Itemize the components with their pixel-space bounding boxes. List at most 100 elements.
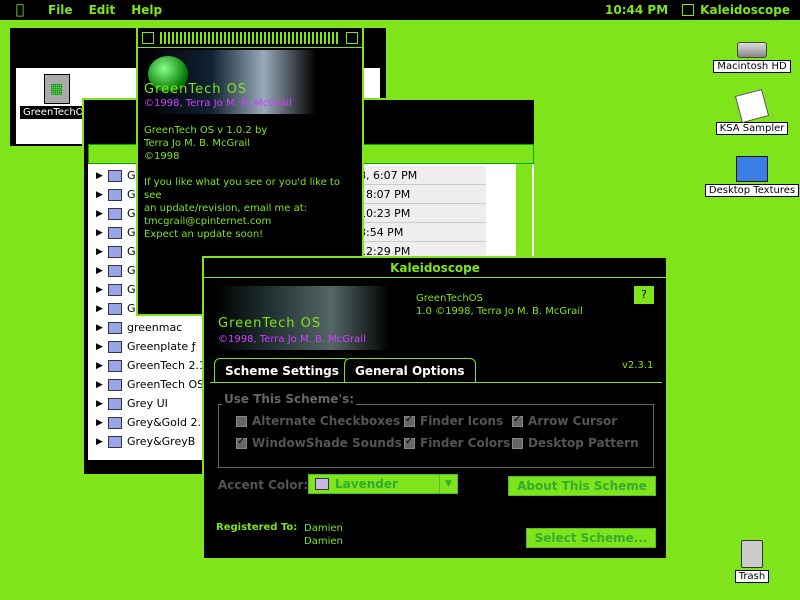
disclosure-triangle-icon[interactable]: ▶ <box>88 304 104 314</box>
close-box[interactable] <box>142 32 154 44</box>
accent-color-value: Lavender <box>335 477 398 491</box>
kaleidoscope-titlebar[interactable]: Kaleidoscope <box>204 258 666 278</box>
registered-name: Damien <box>304 523 343 534</box>
checkbox-box <box>236 415 247 427</box>
checkbox-label: Finder Icons <box>420 414 504 428</box>
select-scheme-button[interactable]: Select Scheme... <box>526 528 656 548</box>
about-brand: GreenTech OS <box>144 82 248 97</box>
desktop-icon-macintosh-hd[interactable]: Macintosh HD <box>704 42 800 73</box>
disclosure-triangle-icon[interactable]: ▶ <box>88 209 104 219</box>
desktop-icon-desktop-textures[interactable]: Desktop Textures <box>704 156 800 197</box>
app-icon <box>682 4 695 16</box>
logo-text: GreenTech OS <box>218 316 322 331</box>
application-name: Kaleidoscope <box>700 3 790 17</box>
menu-file[interactable]: File <box>40 3 81 17</box>
checkbox-finder-colors[interactable]: Finder Colors <box>404 436 510 450</box>
folder-icon <box>108 283 122 296</box>
disclosure-triangle-icon[interactable]: ▶ <box>88 247 104 257</box>
disclosure-triangle-icon[interactable]: ▶ <box>88 228 104 238</box>
color-swatch <box>315 478 329 490</box>
apple-menu-icon[interactable]:  <box>0 2 40 18</box>
checkbox-desktop-pattern[interactable]: Desktop Pattern <box>512 436 639 450</box>
hard-disk-icon <box>737 42 767 58</box>
checkbox-box <box>404 436 415 449</box>
disclosure-triangle-icon[interactable]: ▶ <box>88 418 104 428</box>
about-body: GreenTech OS v 1.0.2 by Terra Jo M. B. M… <box>144 125 340 240</box>
disclosure-triangle-icon[interactable]: ▶ <box>88 285 104 295</box>
folder-icon <box>108 397 122 410</box>
checkbox-arrow-cursor[interactable]: Arrow Cursor <box>512 414 617 428</box>
menu-edit[interactable]: Edit <box>81 3 124 17</box>
disclosure-triangle-icon[interactable]: ▶ <box>88 190 104 200</box>
checkbox-label: Alternate Checkboxes <box>252 414 401 428</box>
menu-bar:  File Edit Help 10:44 PM Kaleidoscope <box>0 0 800 20</box>
folder-icon <box>108 226 122 239</box>
checkbox-box <box>404 414 415 427</box>
tab-divider <box>210 382 662 383</box>
disclosure-triangle-icon[interactable]: ▶ <box>88 266 104 276</box>
folder-icon <box>108 359 122 372</box>
tab-general-options[interactable]: General Options <box>344 358 476 382</box>
tab-scheme-settings[interactable]: Scheme Settings <box>214 358 350 382</box>
registered-org: Damien <box>304 536 343 547</box>
desktop-icon-label: Trash <box>734 570 770 583</box>
app-version: v2.3.1 <box>622 360 654 371</box>
menu-clock[interactable]: 10:44 PM <box>595 3 678 17</box>
checkbox-alternate-checkboxes[interactable]: Alternate Checkboxes <box>236 414 400 428</box>
desktop-icon-label: Desktop Textures <box>704 184 800 197</box>
disclosure-triangle-icon[interactable]: ▶ <box>88 323 104 333</box>
desktop-icon-ksa-sampler[interactable]: KSA Sampler <box>704 88 800 135</box>
folder-icon <box>108 416 122 429</box>
folder-icon <box>108 435 122 448</box>
folder-icon <box>108 321 122 334</box>
titlebar-stripes <box>160 32 340 44</box>
checkbox-box <box>236 436 247 449</box>
desktop-icon-label: KSA Sampler <box>715 122 789 135</box>
scheme-info: GreenTechOS 1.0 ©1998, Terra Jo M. B. Mc… <box>416 292 583 318</box>
accent-color-label: Accent Color: <box>218 478 309 492</box>
kaleidoscope-panel[interactable]: Kaleidoscope GreenTech OS ©1998, Terra J… <box>202 256 668 560</box>
about-titlebar[interactable] <box>138 28 362 48</box>
folder-icon <box>108 169 122 182</box>
menu-help[interactable]: Help <box>123 3 170 17</box>
document-icon <box>734 88 770 124</box>
trash-icon <box>741 540 763 568</box>
scheme-name: GreenTechOS <box>416 293 483 304</box>
checkbox-label: Desktop Pattern <box>528 436 639 450</box>
disclosure-triangle-icon[interactable]: ▶ <box>88 380 104 390</box>
folder-icon <box>108 302 122 315</box>
folder-icon <box>108 378 122 391</box>
help-button[interactable]: ? <box>634 286 654 304</box>
registered-info: Damien Damien <box>304 522 343 548</box>
windowshade-box[interactable] <box>346 32 358 44</box>
logo-copyright: ©1998, Terra Jo M. B. McGrail <box>218 334 366 345</box>
folder-icon <box>108 207 122 220</box>
application-menu[interactable]: Kaleidoscope <box>678 3 800 17</box>
disclosure-triangle-icon[interactable]: ▶ <box>88 361 104 371</box>
checkbox-windowshade-sounds[interactable]: WindowShade Sounds <box>236 436 402 450</box>
scheme-version: 1.0 ©1998, Terra Jo M. B. McGrail <box>416 306 583 317</box>
desktop-icon-trash[interactable]: Trash <box>704 540 800 583</box>
folder-icon <box>736 156 768 182</box>
checkbox-label: Finder Colors <box>420 436 511 450</box>
checkbox-box <box>512 414 523 427</box>
disclosure-triangle-icon[interactable]: ▶ <box>88 342 104 352</box>
checkbox-label: WindowShade Sounds <box>252 436 402 450</box>
folder-icon <box>108 188 122 201</box>
desktop-icon-label: Macintosh HD <box>713 60 791 73</box>
checkbox-box <box>512 437 523 449</box>
checkbox-label: Arrow Cursor <box>528 414 618 428</box>
group-label: Use This Scheme's: <box>222 392 357 406</box>
disclosure-triangle-icon[interactable]: ▶ <box>88 437 104 447</box>
folder-icon <box>108 264 122 277</box>
checkbox-finder-icons[interactable]: Finder Icons <box>404 414 503 428</box>
accent-color-dropdown[interactable]: Lavender ▼ <box>308 474 458 494</box>
about-copyright: ©1998, Terra Jo M. B. McGrail <box>144 98 292 109</box>
disclosure-triangle-icon[interactable]: ▶ <box>88 399 104 409</box>
folder-icon <box>108 340 122 353</box>
about-scheme-button[interactable]: About This Scheme <box>508 476 656 496</box>
chevron-down-icon: ▼ <box>439 475 457 493</box>
disclosure-triangle-icon[interactable]: ▶ <box>88 171 104 181</box>
folder-icon <box>108 245 122 258</box>
file-icon[interactable] <box>44 74 70 104</box>
